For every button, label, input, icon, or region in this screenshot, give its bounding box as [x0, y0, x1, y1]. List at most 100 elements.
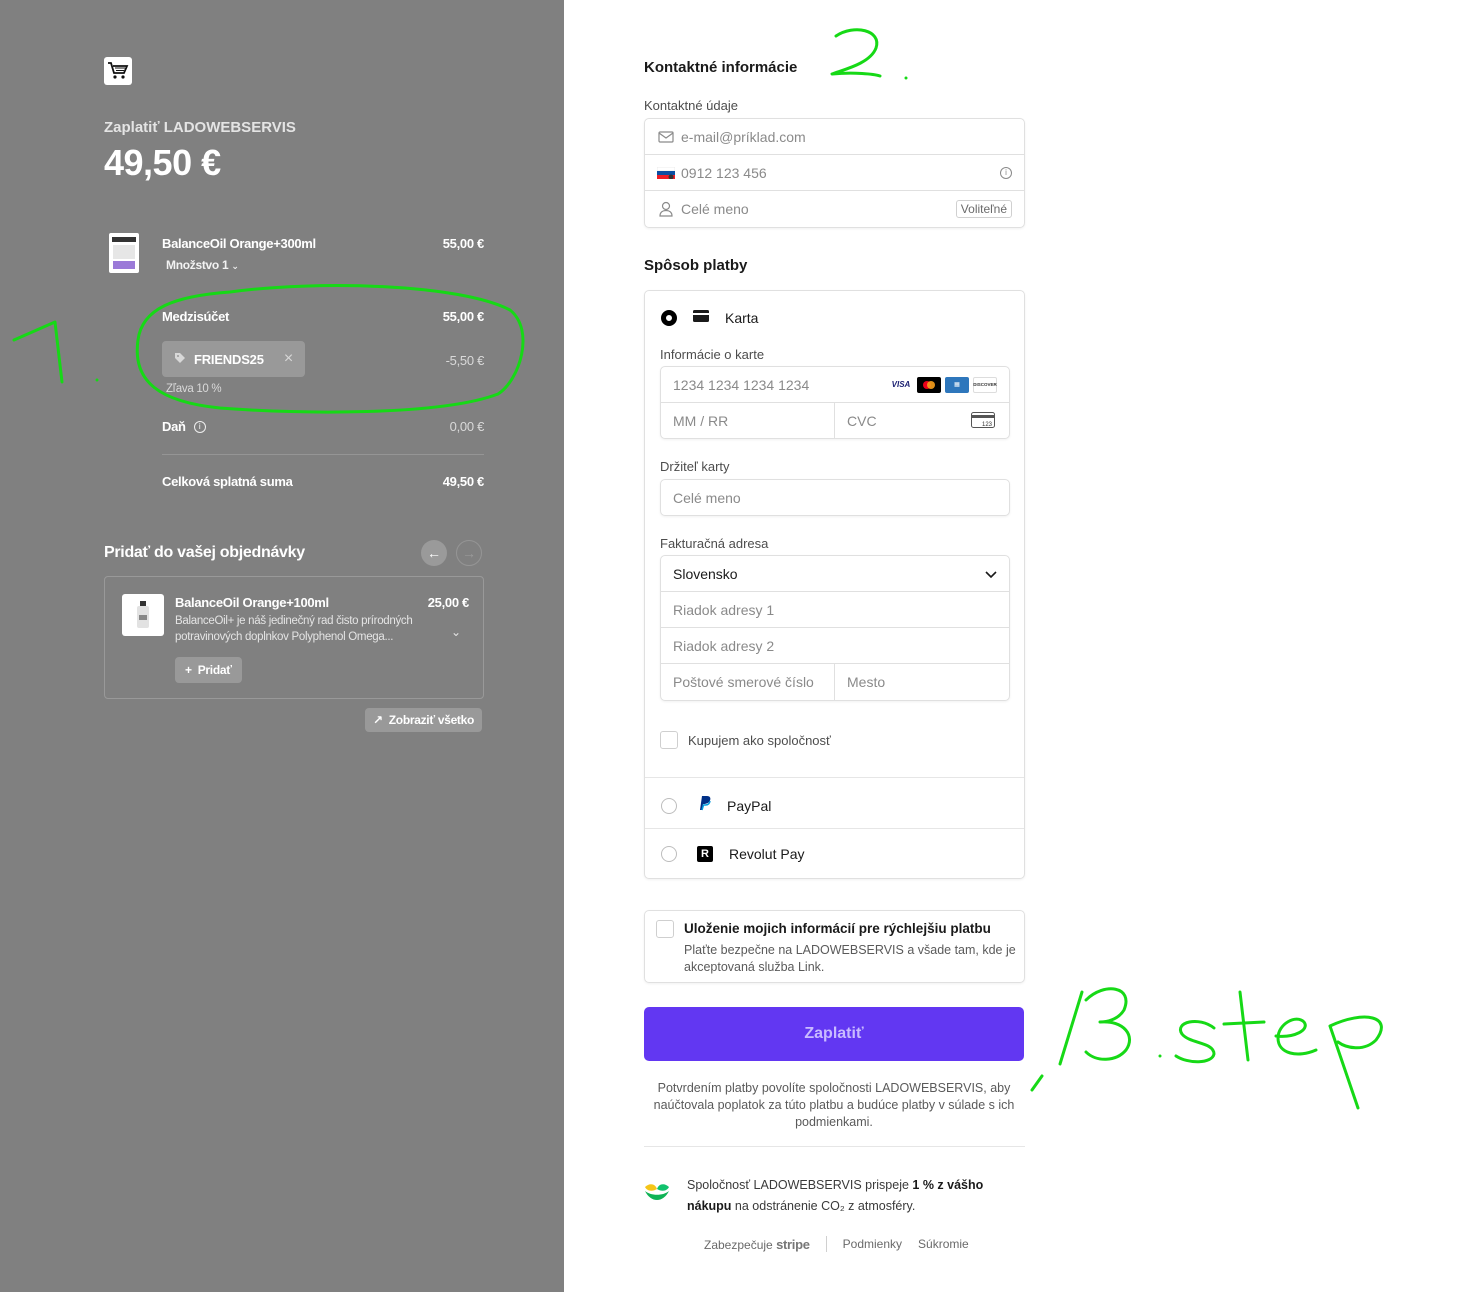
- paypal-icon: [697, 795, 711, 816]
- card-option[interactable]: Karta: [661, 309, 758, 327]
- divider: [644, 1146, 1025, 1147]
- footer: Zabezpečuje stripe Podmienky Súkromie: [704, 1236, 969, 1252]
- phone-field[interactable]: 0912 123 456 i: [645, 155, 1024, 191]
- expiry-placeholder: MM / RR: [673, 413, 729, 429]
- privacy-link[interactable]: Súkromie: [918, 1237, 969, 1251]
- powered-by[interactable]: Zabezpečuje stripe: [704, 1237, 810, 1252]
- email-field[interactable]: e-mail@príklad.com: [645, 119, 1024, 155]
- revolut-radio[interactable]: [661, 846, 677, 862]
- card-number-placeholder: 1234 1234 1234 1234: [673, 376, 810, 393]
- cvc-input[interactable]: CVC 123: [835, 403, 1009, 439]
- total-value: 49,50 €: [442, 474, 485, 489]
- mail-icon: [657, 128, 675, 146]
- save-info-line: Plaťte bezpečne na LADOWEBSERVIS a všade…: [684, 943, 1016, 957]
- annotation-step-2: [830, 28, 908, 80]
- product-price: 55,00 €: [442, 236, 485, 251]
- billing-fields: Slovensko Riadok adresy 1 Riadok adresy …: [660, 555, 1010, 701]
- cvc-icon-digits: 123: [982, 422, 993, 428]
- total-amount: 49,50 €: [104, 142, 221, 183]
- climate-bold1: 1 % z vášho: [912, 1178, 984, 1192]
- save-info-box: Uloženie mojich informácií pre rýchlejši…: [644, 910, 1025, 983]
- paypal-label: PayPal: [727, 797, 772, 814]
- company-checkbox-row[interactable]: Kupujem ako spoločnosť: [660, 731, 831, 749]
- cvc-icon: 123: [971, 411, 995, 431]
- upsell-product-name: BalanceOil Orange+100ml: [175, 595, 329, 610]
- paypal-radio[interactable]: [661, 797, 677, 814]
- holder-field: Celé meno: [661, 480, 1009, 516]
- save-info-line: akceptovaná služba Link.: [684, 960, 825, 974]
- revolut-label: Revolut Pay: [729, 846, 805, 862]
- divider: [645, 828, 1024, 829]
- card-fields: 1234 1234 1234 1234 VISA ▦ DISCOVER MM /…: [660, 366, 1010, 439]
- optional-badge: Voliteľné: [955, 200, 1012, 218]
- zip-placeholder: Poštové smerové číslo: [673, 674, 814, 690]
- upsell-product-description: BalanceOil+ je náš jedinečný rad čisto p…: [175, 613, 447, 645]
- chevron-down-icon: [985, 566, 997, 582]
- merchant-name: Zaplatiť LADOWEBSERVIS: [104, 119, 296, 136]
- terms-link[interactable]: Podmienky: [843, 1237, 902, 1251]
- slovakia-flag-icon: [657, 164, 675, 182]
- climate-text: Spoločnosť LADOWEBSERVIS prispeje 1 % z …: [687, 1175, 1007, 1217]
- name-placeholder: Celé meno: [681, 201, 749, 217]
- add-upsell-button[interactable]: + Pridať: [175, 657, 242, 683]
- company-label: Kupujem ako spoločnosť: [688, 732, 831, 748]
- country-select[interactable]: Slovensko: [661, 556, 1009, 592]
- address1-input[interactable]: Riadok adresy 1: [661, 592, 1009, 628]
- save-info-checkbox[interactable]: [656, 920, 674, 938]
- total-label: Celková splatná suma: [162, 474, 293, 489]
- climate-part1: Spoločnosť LADOWEBSERVIS prispeje: [687, 1178, 913, 1192]
- phone-placeholder: 0912 123 456: [681, 164, 767, 181]
- climate-icon: [644, 1181, 670, 1206]
- address2-input[interactable]: Riadok adresy 2: [661, 628, 1009, 664]
- info-icon[interactable]: i: [1000, 166, 1012, 179]
- card-label: Karta: [725, 310, 759, 326]
- cart-icon: [104, 57, 132, 85]
- annotation-step-3: [1030, 987, 1383, 1110]
- zip-input[interactable]: Poštové smerové číslo: [661, 664, 835, 700]
- external-arrow-icon: ↗: [373, 713, 383, 727]
- address1-placeholder: Riadok adresy 1: [673, 601, 775, 618]
- card-radio[interactable]: [661, 310, 677, 326]
- powered-label: Zabezpečuje: [704, 1237, 773, 1252]
- revolut-option[interactable]: R Revolut Pay: [661, 846, 804, 862]
- next-arrow-icon[interactable]: →: [456, 540, 482, 566]
- cvc-placeholder: CVC: [847, 413, 877, 429]
- description-line: potravinových doplnkov Polyphenol Omega.…: [175, 631, 394, 643]
- paypal-option[interactable]: PayPal: [661, 795, 771, 816]
- checkout-form: Kontaktné informácie Kontaktné údaje e-m…: [564, 0, 1463, 1292]
- card-number-input[interactable]: 1234 1234 1234 1234 VISA ▦ DISCOVER: [661, 367, 1009, 403]
- terms-line: Potvrdením platby povolíte spoločnosti L…: [657, 1081, 1011, 1095]
- mastercard-icon: [917, 376, 941, 393]
- name-field[interactable]: Celé meno Voliteľné: [645, 191, 1024, 227]
- expiry-input[interactable]: MM / RR: [661, 403, 835, 439]
- holder-label: Držiteľ karty: [660, 459, 730, 474]
- contact-fields: e-mail@príklad.com 0912 123 456 i Celé m…: [644, 118, 1025, 228]
- pay-button[interactable]: Zaplatiť: [644, 1007, 1024, 1061]
- city-placeholder: Mesto: [847, 674, 886, 690]
- city-input[interactable]: Mesto: [835, 664, 1009, 700]
- save-info-description: Plaťte bezpečne na LADOWEBSERVIS a všade…: [684, 942, 1016, 976]
- amex-icon: ▦: [945, 376, 969, 393]
- expand-chevron-icon[interactable]: ⌄: [451, 625, 461, 639]
- prev-arrow-icon[interactable]: ←: [421, 540, 447, 566]
- discover-icon: DISCOVER: [973, 376, 997, 393]
- annotation-step-1: [12, 284, 525, 414]
- revolut-icon: R: [697, 846, 713, 862]
- card-icon: [693, 309, 709, 327]
- company-checkbox[interactable]: [660, 731, 678, 749]
- holder-placeholder: Celé meno: [673, 490, 741, 506]
- product-image: [109, 233, 139, 273]
- visa-icon: VISA: [891, 380, 911, 389]
- payment-title: Spôsob platby: [644, 257, 748, 274]
- contact-title: Kontaktné informácie: [644, 59, 798, 76]
- add-label: Pridať: [197, 663, 232, 677]
- show-all-button[interactable]: ↗ Zobraziť všetko: [365, 708, 483, 732]
- payment-methods: Karta Informácie o karte 1234 1234 1234 …: [644, 290, 1025, 879]
- upsell-card: BalanceOil Orange+100ml 25,00 € BalanceO…: [104, 576, 484, 699]
- climate-bold2: nákupu: [687, 1199, 732, 1213]
- order-summary-panel: Zaplatiť LADOWEBSERVIS 49,50 € BalanceOi…: [0, 0, 564, 1292]
- stripe-logo: stripe: [776, 1236, 810, 1252]
- holder-input[interactable]: Celé meno: [660, 479, 1010, 516]
- terms-text: Potvrdením platby povolíte spoločnosti L…: [644, 1080, 1024, 1131]
- contact-label: Kontaktné údaje: [644, 98, 738, 113]
